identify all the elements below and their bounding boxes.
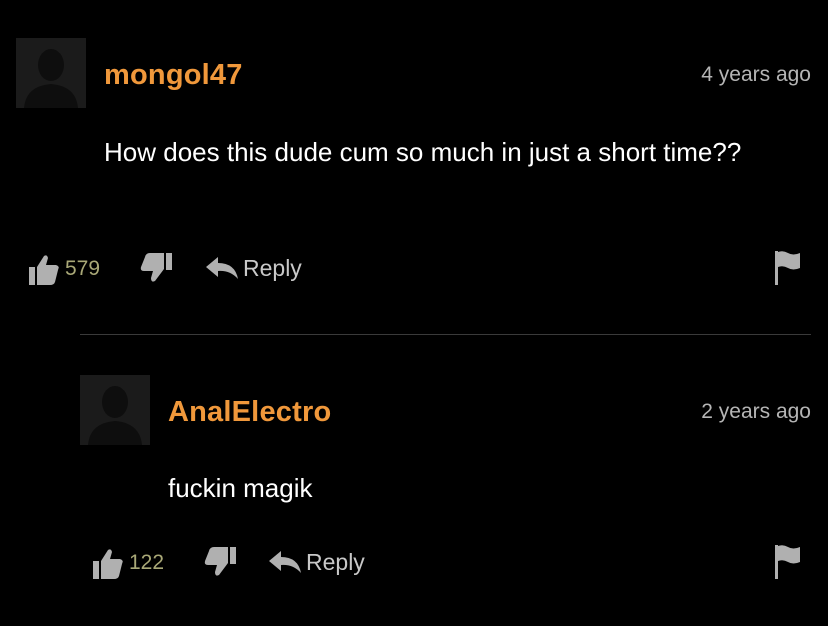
comment-actions: 579 Reply — [0, 250, 828, 290]
flag-icon — [774, 250, 802, 286]
thumbs-down-icon — [138, 252, 174, 284]
like-button[interactable]: 579 — [27, 252, 100, 286]
like-count: 122 — [129, 551, 165, 574]
report-button[interactable] — [774, 250, 802, 286]
like-count: 579 — [65, 257, 101, 280]
flag-icon — [774, 544, 802, 580]
like-button[interactable]: 122 — [91, 546, 164, 580]
username[interactable]: AnalElectro — [168, 396, 331, 429]
reply-arrow-icon — [268, 548, 302, 576]
timestamp: 4 years ago — [701, 63, 811, 86]
divider — [80, 334, 811, 335]
comment-actions: 122 Reply — [0, 544, 828, 584]
reply-button[interactable]: Reply — [205, 254, 302, 282]
reply-arrow-icon — [205, 254, 239, 282]
avatar[interactable] — [80, 375, 150, 445]
comment-text: fuckin magik — [168, 473, 313, 503]
timestamp: 2 years ago — [701, 400, 811, 423]
reply-button[interactable]: Reply — [268, 548, 365, 576]
reply-label: Reply — [243, 254, 302, 281]
avatar[interactable] — [16, 38, 86, 108]
comment-text: How does this dude cum so much in just a… — [104, 137, 742, 167]
thumbs-down-icon — [202, 546, 238, 578]
username[interactable]: mongol47 — [104, 59, 243, 92]
thumbs-up-icon — [91, 546, 125, 580]
report-button[interactable] — [774, 544, 802, 580]
dislike-button[interactable] — [138, 252, 174, 284]
dislike-button[interactable] — [202, 546, 238, 578]
thumbs-up-icon — [27, 252, 61, 286]
reply-label: Reply — [306, 548, 365, 575]
